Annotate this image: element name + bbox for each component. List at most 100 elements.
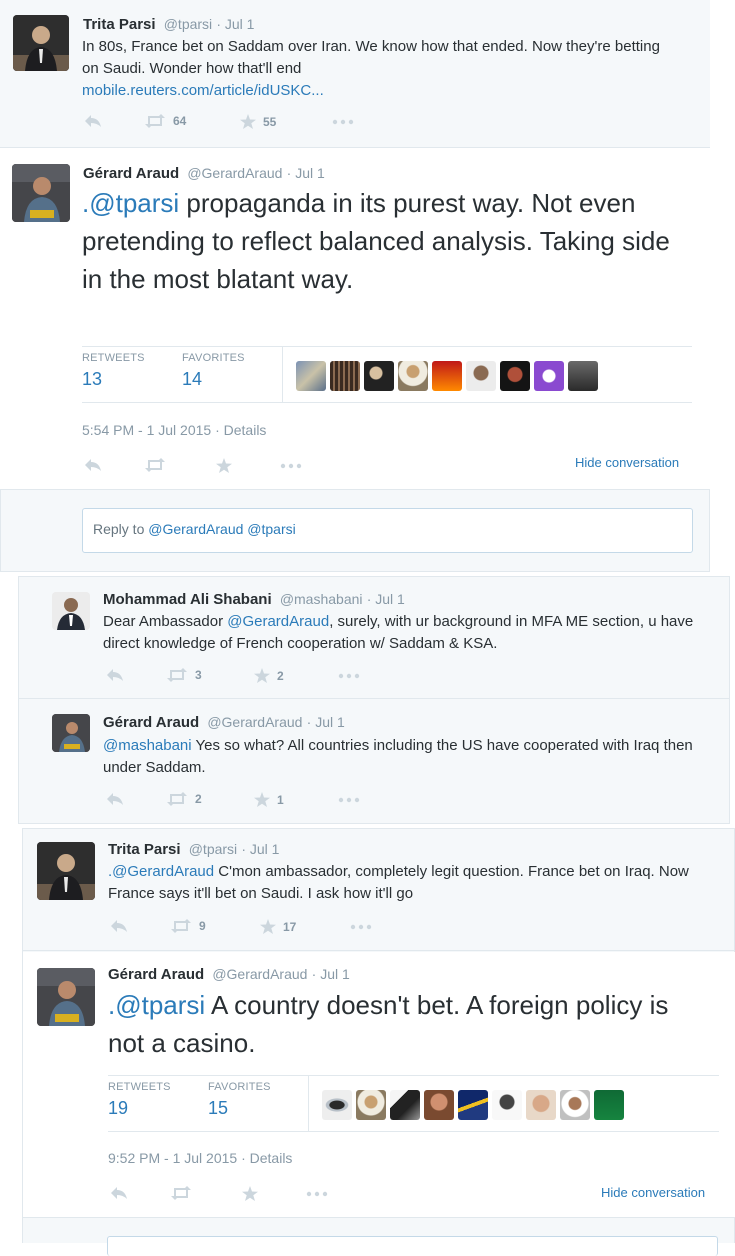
mention-link[interactable]: .@tparsi [108,990,205,1020]
retweet-button[interactable]: 64 [144,114,186,128]
tweet-time[interactable]: · Jul 1 [287,165,325,181]
more-icon [338,673,360,679]
favorite-button[interactable]: 2 [254,668,284,683]
retweet-button[interactable] [144,458,166,472]
author-handle[interactable]: @mashabani [280,591,363,607]
retweet-count: 64 [173,114,187,128]
retweets-stat[interactable]: RETWEETS 19 [108,1081,171,1119]
tweet-stats: RETWEETS 13 FAVORITES 14 [82,346,692,403]
author-name[interactable]: Trita Parsi [83,16,156,33]
mention-link[interactable]: @mashabani [103,737,192,754]
avatar[interactable] [13,15,69,71]
favorite-button[interactable]: 17 [260,919,296,934]
tweet-text: .@GerardAraud C'mon ambassador, complete… [108,863,689,902]
avatar[interactable] [37,968,95,1026]
avatar[interactable] [594,1090,624,1120]
avatar[interactable] [424,1090,454,1120]
reply-button[interactable] [106,668,124,682]
hide-conversation-link[interactable]: Hide conversation [601,1185,705,1200]
tweet-araud-2[interactable]: Gérard Araud @GerardAraud · Jul 1 @masha… [19,700,729,823]
tweet-time[interactable]: · Jul 1 [367,591,405,607]
avatar[interactable] [560,1090,590,1120]
more-button[interactable] [280,463,302,469]
favorite-button[interactable]: 55 [240,114,276,129]
reply-input[interactable] [107,1236,718,1256]
details-link[interactable]: · Details [215,422,266,438]
retweet-button[interactable]: 9 [170,919,206,933]
retweet-button[interactable]: 3 [166,668,202,682]
avatar[interactable] [330,361,360,391]
author-name[interactable]: Gérard Araud [103,714,199,731]
more-button[interactable] [338,673,360,679]
favorite-button[interactable]: 1 [254,792,284,807]
avatar[interactable] [568,361,598,391]
retweet-button[interactable]: 2 [166,792,202,806]
favorite-icon [216,458,232,473]
favorite-button[interactable] [242,1186,258,1201]
reply-input[interactable]: Reply to @GerardAraud @tparsi [82,508,693,553]
author-name[interactable]: Mohammad Ali Shabani [103,591,272,608]
more-icon [306,1191,328,1197]
tweet-time[interactable]: · Jul 1 [241,841,279,857]
avatar[interactable] [432,361,462,391]
avatar[interactable] [356,1090,386,1120]
retweets-stat[interactable]: RETWEETS 13 [82,352,145,390]
reply-button[interactable] [84,458,102,472]
avatar[interactable] [534,361,564,391]
avatar[interactable] [52,592,90,630]
tweet-header: Trita Parsi @tparsi · Jul 1 [83,16,254,33]
author-handle[interactable]: @GerardAraud [212,966,307,982]
avatar[interactable] [466,361,496,391]
more-button[interactable] [332,119,354,125]
tweet-link[interactable]: mobile.reuters.com/article/idUSKC... [82,82,324,99]
avatar[interactable] [458,1090,488,1120]
tweet-timestamp: 9:52 PM - 1 Jul 2015 · Details [108,1150,293,1166]
details-link[interactable]: · Details [241,1150,292,1166]
author-name[interactable]: Trita Parsi [108,841,181,858]
author-name[interactable]: Gérard Araud [108,966,204,983]
reply-button[interactable] [110,919,128,933]
avatar[interactable] [500,361,530,391]
tweet-tparsi-2[interactable]: Trita Parsi @tparsi · Jul 1 .@GerardArau… [23,829,735,951]
retweet-button[interactable] [170,1186,192,1200]
more-icon [332,119,354,125]
avatar[interactable] [296,361,326,391]
author-handle[interactable]: @tparsi [164,16,212,32]
more-button[interactable] [350,924,372,930]
reply-button[interactable] [106,792,124,806]
avatar[interactable] [52,714,90,752]
avatar[interactable] [37,842,95,900]
reply-button[interactable] [110,1186,128,1200]
tweet-time[interactable]: · Jul 1 [312,966,350,982]
mention-link[interactable]: @GerardAraud [227,613,329,630]
avatar[interactable] [322,1090,352,1120]
reply-button[interactable] [84,114,102,128]
favorite-button[interactable] [216,458,232,473]
author-handle[interactable]: @GerardAraud [187,165,282,181]
avatar[interactable] [12,164,70,222]
tweet-shabani[interactable]: Mohammad Ali Shabani @mashabani · Jul 1 … [19,577,729,699]
author-handle[interactable]: @GerardAraud [207,714,302,730]
mention-link[interactable]: .@tparsi [82,188,179,218]
favorites-stat[interactable]: FAVORITES 15 [208,1081,271,1119]
avatar[interactable] [492,1090,522,1120]
mention-link[interactable]: .@GerardAraud [108,863,214,880]
avatar[interactable] [526,1090,556,1120]
avatar[interactable] [398,361,428,391]
tweet-tparsi-1[interactable]: Trita Parsi @tparsi · Jul 1 In 80s, Fran… [0,0,710,148]
more-button[interactable] [338,797,360,803]
tweet-header: Gérard Araud @GerardAraud · Jul 1 [108,966,350,983]
reply-icon [111,1187,127,1199]
tweet-actions [110,1186,410,1206]
tweet-time[interactable]: · Jul 1 [216,16,254,32]
hide-conversation-link[interactable]: Hide conversation [575,455,679,470]
author-handle[interactable]: @tparsi [189,841,237,857]
favorites-count: 14 [182,369,203,389]
more-button[interactable] [306,1191,328,1197]
author-name[interactable]: Gérard Araud [83,165,179,182]
favorite-icon [260,919,276,934]
favorites-stat[interactable]: FAVORITES 14 [182,352,245,390]
avatar[interactable] [364,361,394,391]
avatar[interactable] [390,1090,420,1120]
tweet-time[interactable]: · Jul 1 [307,714,345,730]
